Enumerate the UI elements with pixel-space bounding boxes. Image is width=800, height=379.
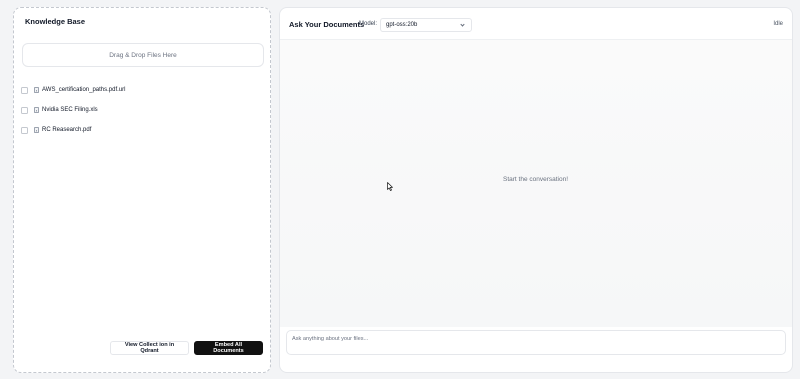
file-name: RC Reasearch.pdf (42, 127, 92, 133)
empty-conversation-message: Start the conversation! (503, 176, 569, 183)
dropzone-label: Drag & Drop Files Here (109, 51, 177, 59)
knowledge-base-panel: Knowledge Base Drag & Drop Files Here AW… (13, 7, 271, 373)
file-list-item[interactable]: AWS_certification_paths.pdf.url (21, 80, 265, 100)
file-list-item[interactable]: RC Reasearch.pdf (21, 120, 265, 140)
chat-header: Ask Your Documents Model: gpt-oss:20b Id… (280, 8, 792, 40)
status-indicator: Idle (773, 21, 783, 27)
file-checkbox[interactable] (21, 86, 28, 94)
chat-messages-area: Start the conversation! (280, 40, 792, 327)
file-checkbox[interactable] (21, 106, 28, 114)
file-checkbox[interactable] (21, 126, 28, 134)
chat-composer (286, 330, 786, 355)
model-label: Model: (359, 21, 378, 27)
model-select[interactable]: gpt-oss:20b (380, 18, 472, 32)
file-list-item[interactable]: Nvidia SEC Filing.xls (21, 100, 265, 120)
knowledge-base-actions: View Collect ion in Qdrant Embed All Doc… (110, 341, 263, 355)
model-select-value: gpt-oss:20b (386, 22, 418, 28)
file-name: Nvidia SEC Filing.xls (42, 107, 98, 113)
view-collection-button[interactable]: View Collect ion in Qdrant (110, 341, 189, 355)
file-dropzone[interactable]: Drag & Drop Files Here (22, 43, 264, 67)
embed-all-documents-button[interactable]: Embed All Documents (194, 341, 263, 355)
file-name: AWS_certification_paths.pdf.url (42, 87, 126, 93)
app-root: Knowledge Base Drag & Drop Files Here AW… (0, 0, 800, 379)
file-icon (34, 86, 39, 94)
chat-panel: Ask Your Documents Model: gpt-oss:20b Id… (279, 7, 793, 373)
file-icon (34, 106, 39, 114)
knowledge-base-title: Knowledge Base (25, 17, 86, 26)
file-icon (34, 126, 39, 134)
file-list: AWS_certification_paths.pdf.url Nvidia S… (21, 80, 265, 140)
chat-input[interactable] (287, 331, 785, 354)
chevron-down-icon (460, 22, 465, 27)
mouse-pointer-icon (387, 182, 393, 191)
chat-title: Ask Your Documents (289, 20, 365, 29)
